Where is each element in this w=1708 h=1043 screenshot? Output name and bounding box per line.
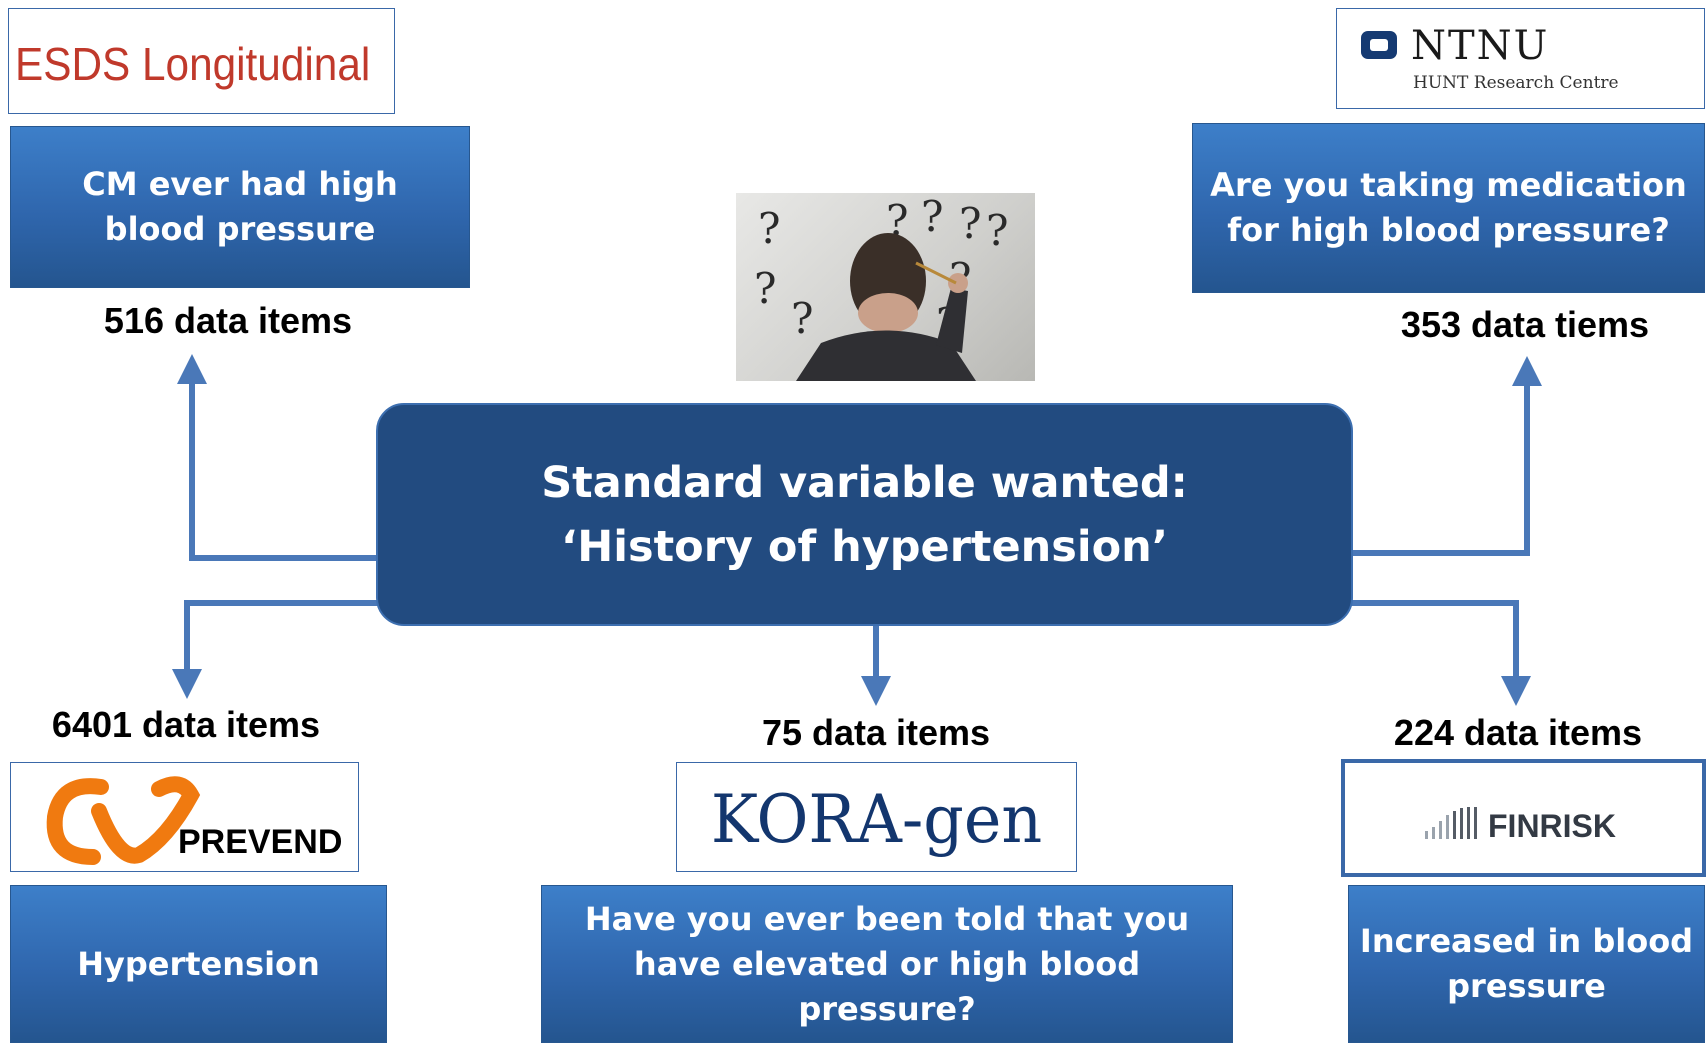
arrow-to-finrisk — [1345, 600, 1531, 706]
svg-text:?: ? — [758, 204, 781, 253]
ntnu-logo-text: NTNU — [1411, 23, 1550, 69]
finrisk-bars-icon — [1425, 807, 1477, 839]
finrisk-question: Increased in blood pressure — [1359, 922, 1694, 1005]
kora-question-box: Have you ever been told that you have el… — [541, 885, 1233, 1043]
esds-count: 516 data items — [103, 300, 353, 341]
arrow-to-esds — [177, 354, 378, 561]
ntnu-question: Are you taking medication for high blood… — [1210, 166, 1687, 249]
prevend-logo-text: PREVEND — [178, 823, 343, 861]
prevend-question-box: Hypertension — [10, 885, 387, 1043]
svg-text:?: ? — [754, 264, 777, 313]
svg-text:?: ? — [959, 199, 982, 248]
ntnu-logo: NTNU HUNT Research Centre — [1336, 8, 1705, 109]
prevend-symbol-icon — [46, 776, 201, 865]
kora-count: 75 data items — [761, 712, 991, 753]
svg-text:?: ? — [921, 193, 944, 241]
ntnu-mark-icon — [1361, 31, 1397, 59]
ntnu-question-box: Are you taking medication for high blood… — [1192, 123, 1705, 293]
finrisk-question-box: Increased in blood pressure — [1348, 885, 1705, 1043]
ntnu-logo-subtext: HUNT Research Centre — [1413, 73, 1619, 93]
prevend-logo: PREVEND — [10, 762, 359, 872]
esds-question-box: CM ever had high blood pressure — [10, 126, 470, 288]
finrisk-logo: FINRISK — [1341, 759, 1706, 877]
esds-logo: ESDS Longitudinal — [8, 8, 395, 114]
ntnu-count: 353 data tiems — [1400, 304, 1650, 345]
central-line-2: ‘History of hypertension’ — [560, 521, 1169, 572]
finrisk-count: 224 data items — [1393, 712, 1643, 753]
esds-question: CM ever had high blood pressure — [82, 165, 398, 248]
prevend-count: 6401 data items — [51, 704, 321, 745]
kora-logo: KORA-gen — [676, 762, 1077, 872]
central-variable-box: Standard variable wanted: ‘History of hy… — [376, 403, 1353, 626]
kora-question: Have you ever been told that you have el… — [584, 899, 1190, 1028]
arrow-to-ntnu — [1351, 356, 1542, 556]
svg-text:?: ? — [986, 206, 1009, 255]
kora-logo-text: KORA-gen — [710, 781, 1043, 858]
arrow-to-prevend — [172, 600, 384, 699]
svg-text:?: ? — [791, 294, 814, 343]
esds-logo-text: ESDS Longitudinal — [15, 38, 371, 90]
finrisk-logo-text: FINRISK — [1488, 808, 1616, 844]
central-line-1: Standard variable wanted: — [541, 457, 1188, 508]
thinking-man-photo: ??? ??? ??? — [736, 193, 1035, 381]
prevend-question: Hypertension — [77, 944, 320, 983]
